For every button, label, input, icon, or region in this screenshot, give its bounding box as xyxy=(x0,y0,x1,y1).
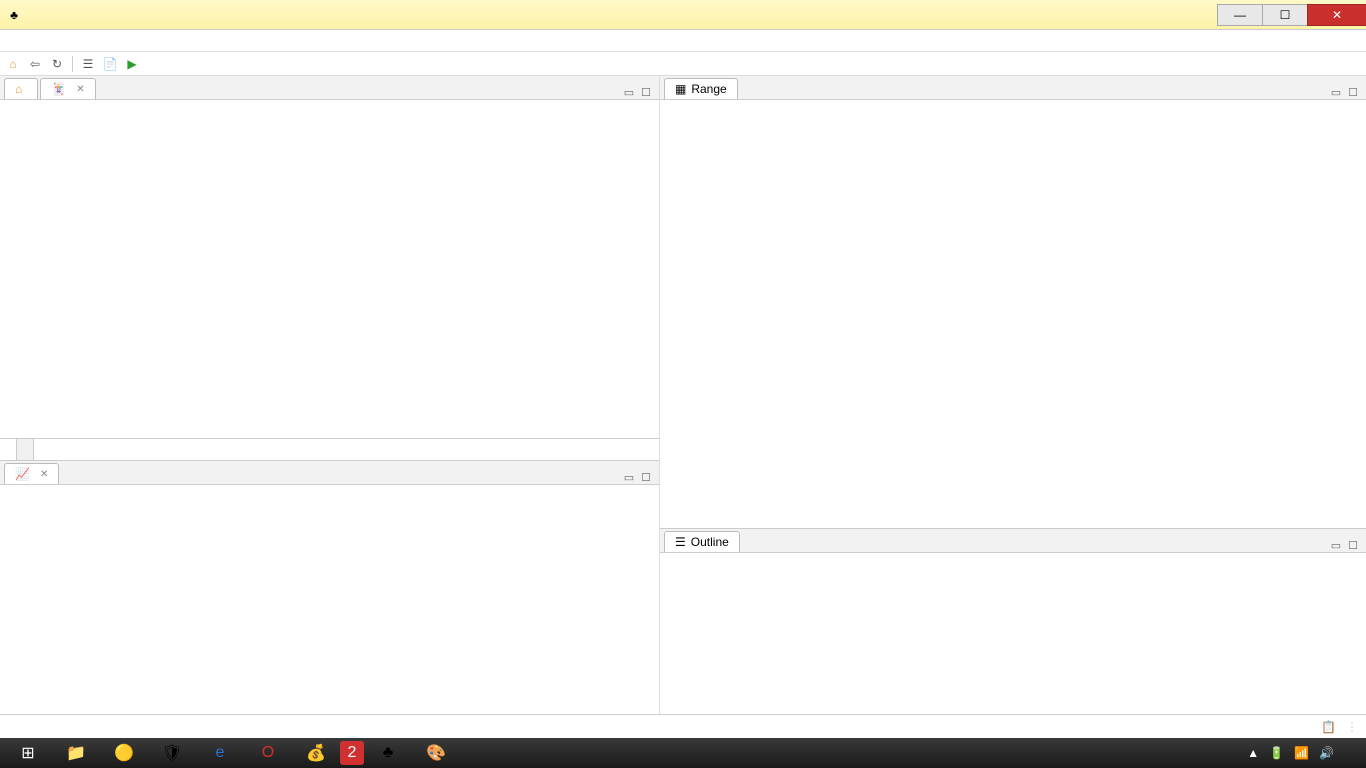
range-tab-label: Range xyxy=(691,82,726,96)
back-icon[interactable]: ⇦ xyxy=(26,55,44,73)
tab-home[interactable]: ⌂ xyxy=(4,78,38,99)
tab-quick-graph[interactable]: 📈✕ xyxy=(4,463,59,484)
wifi-icon[interactable]: 📶 xyxy=(1294,746,1309,760)
view-controls[interactable]: ▭ ☐ xyxy=(624,86,653,99)
chart-xlabel xyxy=(0,710,659,714)
left-tabbar: ⌂ 🃏✕ ▭ ☐ xyxy=(0,76,659,100)
tab-range[interactable]: ▦Range xyxy=(664,78,738,99)
quick-graph-pane: 📈✕ ▭ ☐ xyxy=(0,460,659,714)
tab-hand1[interactable]: 🃏✕ xyxy=(40,78,95,99)
shield-icon[interactable]: 🛡 xyxy=(148,739,196,767)
explorer-icon[interactable]: 📁 xyxy=(52,739,100,767)
view-controls[interactable]: ▭ ☐ xyxy=(1331,86,1360,99)
hrc-icon[interactable]: ♣ xyxy=(364,739,412,767)
coins-icon[interactable]: 💰 xyxy=(292,739,340,767)
tab-outline[interactable]: ☰Outline xyxy=(664,531,740,552)
close-icon[interactable]: ✕ xyxy=(76,84,84,95)
refresh-icon[interactable]: ↻ xyxy=(48,55,66,73)
app-icon: ♣ xyxy=(0,8,28,22)
view-controls[interactable]: ▭ ☐ xyxy=(624,471,653,484)
statusbar: 📋⋮ xyxy=(0,714,1366,738)
document-icon[interactable]: 📄 xyxy=(101,55,119,73)
strategy-table-pane xyxy=(0,100,659,460)
taskbar: ⊞ 📁 🟡 🛡 e O 💰 2 ♣ 🎨 ▲ 🔋 📶 🔊 xyxy=(0,738,1366,768)
paint-icon[interactable]: 🎨 xyxy=(412,739,460,767)
play-icon[interactable]: ▶ xyxy=(123,55,141,73)
tab-strategy-table[interactable] xyxy=(0,439,17,460)
titlebar: ♣ — ☐ ✕ xyxy=(0,0,1366,30)
close-button[interactable]: ✕ xyxy=(1307,4,1366,26)
range-grid[interactable] xyxy=(660,108,1366,112)
range-header xyxy=(660,100,1366,108)
toolbar: ⌂ ⇦ ↻ ☰ 📄 ▶ xyxy=(0,52,1366,76)
chrome-icon[interactable]: 🟡 xyxy=(100,739,148,767)
ie-icon[interactable]: e xyxy=(196,739,244,767)
home-icon[interactable]: ⌂ xyxy=(4,55,22,73)
view-controls[interactable]: ▭ ☐ xyxy=(1331,539,1360,552)
opera-icon[interactable]: O xyxy=(244,739,292,767)
status-icon[interactable]: 📋 xyxy=(1321,720,1336,734)
list-icon[interactable]: ☰ xyxy=(79,55,97,73)
strategy-bottom-tabs xyxy=(0,438,659,460)
quick-graph-chart xyxy=(42,493,647,706)
volume-icon[interactable]: 🔊 xyxy=(1319,746,1334,760)
outline-tab-label: Outline xyxy=(691,535,729,549)
tray-chevron-icon[interactable]: ▲ xyxy=(1247,746,1259,760)
minimize-button[interactable]: — xyxy=(1217,4,1263,26)
maximize-button[interactable]: ☐ xyxy=(1262,4,1308,26)
battery-icon[interactable]: 🔋 xyxy=(1269,746,1284,760)
start-button[interactable]: ⊞ xyxy=(4,739,52,767)
tab-game-tree[interactable] xyxy=(17,439,34,460)
app2-icon[interactable]: 2 xyxy=(340,741,364,765)
toolbar-separator xyxy=(72,56,73,72)
menubar xyxy=(0,30,1366,52)
close-icon[interactable]: ✕ xyxy=(40,469,48,480)
